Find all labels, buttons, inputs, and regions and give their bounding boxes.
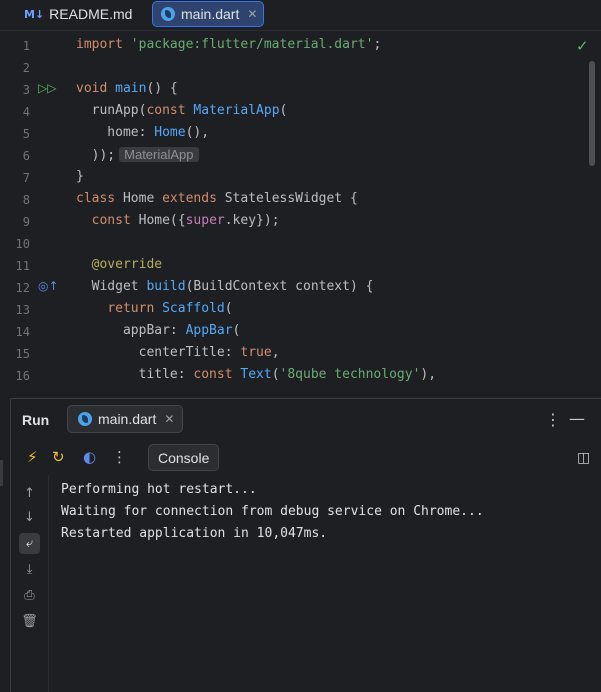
run-gutter-icon[interactable]: ▷▷ (38, 81, 56, 95)
line-gutter: 1 2 3 4 5 6 7 8 9 10 11 12 13 14 15 16 ▷… (10, 33, 70, 393)
console-output[interactable]: Performing hot restart... Waiting for co… (61, 479, 484, 545)
close-icon[interactable]: ✕ (164, 412, 174, 426)
line-number: 5 (22, 127, 30, 141)
tab-label: README.md (49, 6, 133, 22)
line-number: 14 (15, 325, 30, 339)
arrow-down-icon[interactable]: ↓ (19, 507, 40, 528)
dart-file-icon (78, 412, 92, 426)
hot-restart-icon[interactable]: ↻ (52, 448, 65, 466)
code-line: import 'package:flutter/material.dart'; (76, 37, 382, 52)
code-line: title: const Text('8qube technology'), (76, 367, 437, 382)
line-number: 11 (15, 259, 30, 273)
close-icon[interactable]: ✕ (247, 7, 257, 21)
console-line: Performing hot restart... (61, 482, 257, 497)
console-side-toolbar: ↑ ↓ ⤶ ⤓ ⎙ 🗑 (11, 475, 49, 692)
line-number: 12 (15, 281, 30, 295)
override-gutter-icon[interactable]: ◎↑ (38, 279, 59, 293)
arrow-up-icon[interactable]: ↑ (19, 483, 40, 504)
run-header: Run main.dart ✕ ⋮ — (11, 399, 601, 439)
code-line: @override (91, 257, 163, 272)
run-title: Run (22, 412, 50, 428)
line-number: 9 (22, 215, 30, 229)
minimize-icon[interactable]: — (569, 409, 585, 428)
devtools-icon[interactable]: ◐ (83, 448, 96, 466)
code-editor[interactable]: 1 2 3 4 5 6 7 8 9 10 11 12 13 14 15 16 ▷… (10, 33, 598, 393)
check-icon[interactable]: ✓ (576, 37, 589, 55)
left-edge-handle[interactable] (0, 460, 3, 486)
print-icon[interactable]: ⎙ (19, 585, 40, 606)
dart-file-icon (161, 7, 175, 21)
code-line: const Home({super.key}); (91, 213, 280, 228)
code-line: appBar: AppBar( (76, 323, 241, 338)
code-line: runApp(const MaterialApp( (76, 103, 288, 118)
code-line: )); MaterialApp (76, 147, 199, 163)
markdown-icon: M↓ (24, 7, 45, 21)
code-line: class Home extends StatelessWidget { (76, 191, 358, 206)
code-line: } (76, 169, 84, 184)
line-number: 3 (22, 83, 30, 97)
line-number: 4 (22, 105, 30, 119)
vertical-scrollbar[interactable] (589, 61, 595, 166)
more-vertical-icon[interactable]: ⋮ (545, 410, 561, 429)
tab-main-dart[interactable]: main.dart ✕ (152, 1, 265, 27)
tab-readme[interactable]: M↓ README.md (16, 1, 140, 27)
code-line: Widget build(BuildContext context) { (76, 279, 374, 294)
scroll-to-end-icon[interactable]: ⤓ (19, 559, 40, 580)
line-number: 10 (15, 237, 30, 251)
code-line: void main() { (76, 81, 178, 96)
run-toolbar: ⚡ ↻ ◐ ⋮ Console ◫ (11, 441, 601, 473)
tab-label: main.dart (181, 6, 240, 22)
more-vertical-icon[interactable]: ⋮ (112, 448, 127, 466)
run-tab-main-dart[interactable]: main.dart ✕ (67, 405, 184, 433)
line-number: 16 (15, 369, 30, 383)
console-tab[interactable]: Console (148, 444, 220, 471)
line-number: 8 (22, 193, 30, 207)
line-number: 1 (22, 39, 30, 53)
line-number: 15 (15, 347, 30, 361)
console-line: Waiting for connection from debug servic… (61, 504, 484, 519)
code-line: return Scaffold( (107, 301, 233, 316)
code-line: home: Home(), (76, 125, 210, 140)
line-number: 6 (22, 149, 30, 163)
trash-icon[interactable]: 🗑 (19, 611, 40, 632)
line-number: 13 (15, 303, 30, 317)
hot-reload-icon[interactable]: ⚡ (27, 448, 38, 466)
inlay-hint: MaterialApp (119, 147, 199, 162)
run-panel: Run main.dart ✕ ⋮ — ⚡ ↻ ◐ ⋮ Console ◫ ↑ … (10, 398, 601, 692)
soft-wrap-icon[interactable]: ⤶ (19, 533, 40, 554)
line-number: 2 (22, 61, 30, 75)
console-line: Restarted application in 10,047ms. (61, 526, 328, 541)
editor-tab-bar: M↓ README.md main.dart ✕ (0, 0, 601, 31)
line-number: 7 (22, 171, 30, 185)
run-tab-label: main.dart (98, 411, 157, 427)
code-line: centerTitle: true, (76, 345, 280, 360)
layout-icon[interactable]: ◫ (577, 450, 590, 466)
